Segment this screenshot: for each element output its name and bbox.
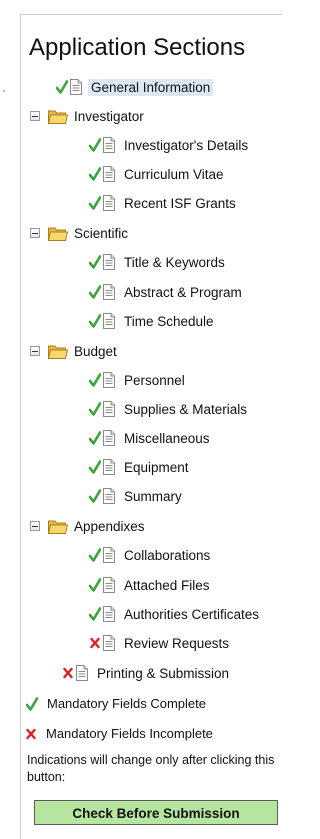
tree-item-label: Printing & Submission bbox=[97, 665, 230, 681]
green-check-icon bbox=[26, 697, 38, 711]
tree-item-label: Title & Keywords bbox=[124, 254, 225, 270]
tree-item-label: General Information bbox=[88, 78, 214, 96]
tree-item-review-requests[interactable]: Review Requests bbox=[90, 632, 232, 654]
green-check-icon bbox=[89, 460, 101, 474]
document-icon bbox=[102, 195, 116, 211]
red-x-icon bbox=[63, 667, 73, 679]
tree-item-curriculum-vitae[interactable]: Curriculum Vitae bbox=[89, 163, 227, 185]
tree-item-label: Authorities Certificates bbox=[124, 606, 260, 622]
red-x-icon bbox=[26, 728, 36, 740]
legend-incomplete: Mandatory Fields Incomplete bbox=[26, 726, 213, 741]
tree-item-time-schedule[interactable]: Time Schedule bbox=[89, 310, 217, 332]
tree-group-label: Scientific bbox=[74, 225, 129, 241]
document-icon bbox=[102, 488, 116, 504]
document-icon bbox=[69, 79, 83, 95]
tree-item-equipment[interactable]: Equipment bbox=[89, 456, 192, 478]
tree-item-label: Supplies & Materials bbox=[124, 401, 248, 417]
tree-item-supplies-materials[interactable]: Supplies & Materials bbox=[89, 398, 250, 420]
document-icon bbox=[102, 459, 116, 475]
tree-item-collaborations[interactable]: Collaborations bbox=[89, 544, 213, 566]
green-check-icon bbox=[89, 196, 101, 210]
tree-item-title-keywords[interactable]: Title & Keywords bbox=[89, 251, 228, 273]
green-check-icon bbox=[89, 431, 101, 445]
tree-group-scientific[interactable]: Scientific bbox=[30, 222, 128, 244]
tree-group-appendixes[interactable]: Appendixes bbox=[30, 515, 145, 537]
document-icon bbox=[102, 577, 116, 593]
tree-item-investigators-details[interactable]: Investigator's Details bbox=[89, 134, 251, 156]
collapse-toggle-icon[interactable] bbox=[30, 228, 40, 238]
tree-item-personnel[interactable]: Personnel bbox=[89, 369, 188, 391]
document-icon bbox=[75, 665, 89, 681]
tree-item-label: Equipment bbox=[124, 459, 189, 475]
document-icon bbox=[102, 166, 116, 182]
legend-incomplete-label: Mandatory Fields Incomplete bbox=[46, 726, 213, 741]
legend-complete-label: Mandatory Fields Complete bbox=[47, 696, 206, 711]
document-icon bbox=[102, 547, 116, 563]
green-check-icon bbox=[89, 578, 101, 592]
tree-item-label: Abstract & Program bbox=[124, 284, 242, 300]
folder-icon bbox=[48, 519, 68, 534]
tree-item-label: Review Requests bbox=[124, 635, 230, 651]
tree-group-label: Budget bbox=[74, 343, 117, 359]
tree-item-recent-isf-grants[interactable]: Recent ISF Grants bbox=[89, 192, 239, 214]
document-icon bbox=[102, 372, 116, 388]
tree-group-label: Appendixes bbox=[74, 518, 145, 534]
tree-item-general-information[interactable]: General Information bbox=[56, 76, 214, 98]
tree-item-attached-files[interactable]: Attached Files bbox=[89, 574, 213, 596]
document-icon bbox=[102, 137, 116, 153]
tree-item-authorities-certificates[interactable]: Authorities Certificates bbox=[89, 603, 262, 625]
indications-note: Indications will change only after click… bbox=[27, 753, 275, 784]
tree-item-miscellaneous[interactable]: Miscellaneous bbox=[89, 427, 213, 449]
tree-group-budget[interactable]: Budget bbox=[30, 340, 117, 362]
tree-item-label: Summary bbox=[124, 488, 182, 504]
tree-item-label: Collaborations bbox=[124, 547, 211, 563]
legend-complete: Mandatory Fields Complete bbox=[26, 696, 206, 711]
document-icon bbox=[102, 606, 116, 622]
document-icon bbox=[102, 401, 116, 417]
document-icon bbox=[102, 284, 116, 300]
tree-item-label: Miscellaneous bbox=[124, 430, 210, 446]
green-check-icon bbox=[89, 489, 101, 503]
tree-item-label: Curriculum Vitae bbox=[124, 166, 224, 182]
tree-item-label: Attached Files bbox=[124, 577, 210, 593]
green-check-icon bbox=[89, 548, 101, 562]
green-check-icon bbox=[89, 402, 101, 416]
tree-item-label: Time Schedule bbox=[124, 313, 214, 329]
tree-item-label: Investigator's Details bbox=[124, 137, 249, 153]
green-check-icon bbox=[89, 167, 101, 181]
green-check-icon bbox=[56, 80, 68, 94]
edge-mark bbox=[3, 90, 5, 92]
document-icon bbox=[102, 635, 116, 651]
tree-item-printing-submission[interactable]: Printing & Submission bbox=[63, 662, 232, 684]
tree-group-investigator[interactable]: Investigator bbox=[30, 105, 144, 127]
collapse-toggle-icon[interactable] bbox=[30, 521, 40, 531]
document-icon bbox=[102, 254, 116, 270]
green-check-icon bbox=[89, 607, 101, 621]
tree-item-label: Recent ISF Grants bbox=[124, 195, 236, 211]
folder-icon bbox=[48, 109, 68, 124]
check-before-submission-button[interactable]: Check Before Submission bbox=[34, 800, 278, 825]
tree-item-label: Personnel bbox=[124, 372, 185, 388]
panel-title: Application Sections bbox=[29, 34, 246, 61]
tree-group-label: Investigator bbox=[74, 108, 144, 124]
green-check-icon bbox=[89, 285, 101, 299]
red-x-icon bbox=[90, 637, 100, 649]
green-check-icon bbox=[89, 138, 101, 152]
folder-icon bbox=[48, 344, 68, 359]
collapse-toggle-icon[interactable] bbox=[30, 111, 40, 121]
tree-item-summary[interactable]: Summary bbox=[89, 485, 185, 507]
green-check-icon bbox=[89, 314, 101, 328]
tree-item-abstract-program[interactable]: Abstract & Program bbox=[89, 281, 245, 303]
folder-icon bbox=[48, 226, 68, 241]
document-icon bbox=[102, 430, 116, 446]
green-check-icon bbox=[89, 373, 101, 387]
collapse-toggle-icon[interactable] bbox=[30, 346, 40, 356]
document-icon bbox=[102, 313, 116, 329]
green-check-icon bbox=[89, 255, 101, 269]
